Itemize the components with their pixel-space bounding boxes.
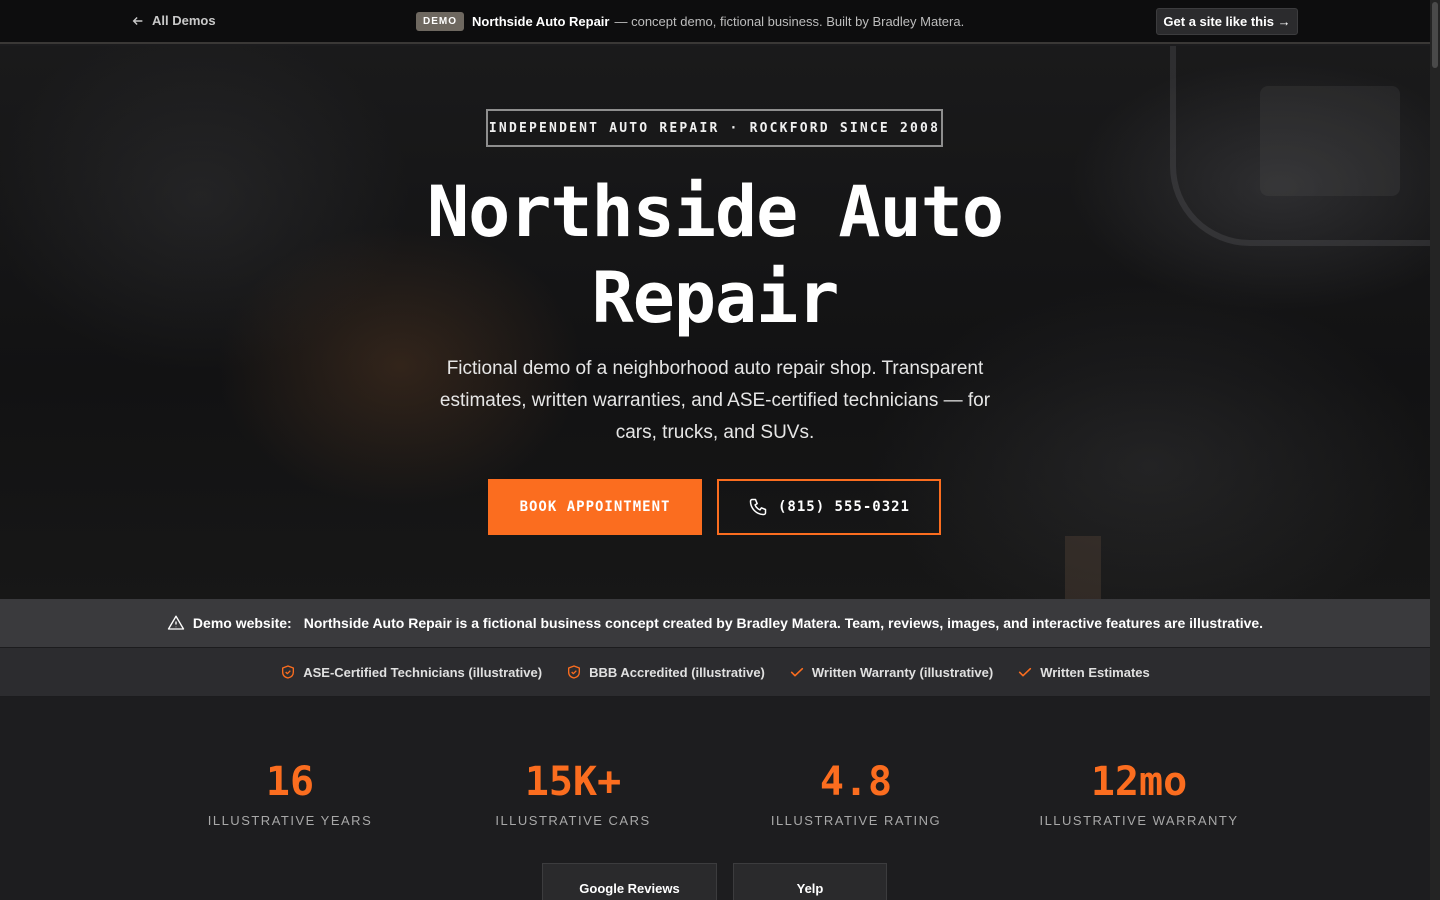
trust-badge-label: Written Estimates bbox=[1040, 664, 1150, 680]
stat-value: 16 bbox=[265, 759, 315, 805]
all-demos-link[interactable]: All Demos bbox=[131, 13, 216, 28]
demo-disclaimer-text: Northside Auto Repair is a fictional bus… bbox=[303, 615, 1264, 631]
arrow-left-icon bbox=[132, 16, 143, 25]
trust-badge-label: BBB Accredited (illustrative) bbox=[589, 664, 765, 680]
hero-background-shape bbox=[1065, 536, 1101, 599]
scrollbar-thumb[interactable] bbox=[1432, 2, 1438, 68]
hero-eyebrow: INDEPENDENT AUTO REPAIR · ROCKFORD SINCE… bbox=[486, 109, 943, 147]
stat-value: 15K+ bbox=[524, 759, 622, 805]
trust-badge: Written Estimates bbox=[1017, 664, 1150, 680]
warning-icon bbox=[167, 615, 185, 630]
book-appointment-button[interactable]: BOOK APPOINTMENT bbox=[488, 479, 702, 535]
trust-badge: Written Warranty (illustrative) bbox=[789, 664, 993, 680]
phone-icon bbox=[749, 498, 767, 516]
trust-badges-bar: ASE-Certified Technicians (illustrative)… bbox=[0, 648, 1430, 696]
hero-section: INDEPENDENT AUTO REPAIR · ROCKFORD SINCE… bbox=[0, 46, 1430, 599]
stat-cars: 15K+ ILLUSTRATIVE CARS bbox=[443, 757, 703, 828]
trust-badge-label: ASE-Certified Technicians (illustrative) bbox=[303, 664, 543, 680]
yelp-button[interactable]: Yelp bbox=[733, 863, 887, 900]
demo-disclaimer-banner: Demo website: Northside Auto Repair is a… bbox=[0, 599, 1430, 647]
hero-title: Northside Auto Repair bbox=[300, 169, 1130, 341]
trust-badge-label: Written Warranty (illustrative) bbox=[811, 664, 994, 680]
trust-badge: BBB Accredited (illustrative) bbox=[566, 664, 765, 680]
stat-value: 4.8 bbox=[819, 759, 893, 805]
demo-disclaimer-label: Demo website: bbox=[192, 615, 292, 631]
shield-icon bbox=[282, 665, 295, 679]
stat-label: ILLUSTRATIVE WARRANTY bbox=[1039, 813, 1239, 828]
top-bar: All Demos DEMO Northside Auto Repair — c… bbox=[0, 0, 1430, 44]
stat-warranty: 12mo ILLUSTRATIVE WARRANTY bbox=[1009, 757, 1269, 828]
stat-value: 12mo bbox=[1090, 759, 1188, 805]
get-site-button[interactable]: Get a site like this → bbox=[1156, 8, 1298, 35]
phone-call-button[interactable]: (815) 555-0321 bbox=[717, 479, 941, 535]
phone-number: (815) 555-0321 bbox=[777, 499, 910, 515]
demo-notice: DEMO Northside Auto Repair — concept dem… bbox=[416, 12, 964, 31]
stat-label: ILLUSTRATIVE YEARS bbox=[207, 813, 373, 828]
page-scrollbar[interactable] bbox=[1430, 0, 1440, 900]
hero-background-shape bbox=[1260, 86, 1400, 196]
stat-years: 16 ILLUSTRATIVE YEARS bbox=[160, 757, 420, 828]
stat-label: ILLUSTRATIVE CARS bbox=[495, 813, 651, 828]
hero-title-line: Repair bbox=[591, 257, 840, 339]
check-icon bbox=[790, 667, 804, 677]
stat-label: ILLUSTRATIVE RATING bbox=[770, 813, 942, 828]
check-icon bbox=[1019, 667, 1032, 677]
demo-business-name: Northside Auto Repair bbox=[472, 14, 610, 29]
stat-rating: 4.8 ILLUSTRATIVE RATING bbox=[726, 757, 986, 828]
shield-icon bbox=[568, 665, 581, 679]
hero-description: Fictional demo of a neighborhood auto re… bbox=[439, 358, 991, 443]
all-demos-label: All Demos bbox=[152, 13, 216, 28]
demo-notice-text: — concept demo, fictional business. Buil… bbox=[614, 14, 965, 29]
hero-title-line: Northside Auto bbox=[426, 171, 1004, 253]
google-reviews-button[interactable]: Google Reviews bbox=[542, 863, 717, 900]
demo-badge: DEMO bbox=[416, 12, 464, 31]
trust-badge: ASE-Certified Technicians (illustrative) bbox=[280, 664, 542, 680]
